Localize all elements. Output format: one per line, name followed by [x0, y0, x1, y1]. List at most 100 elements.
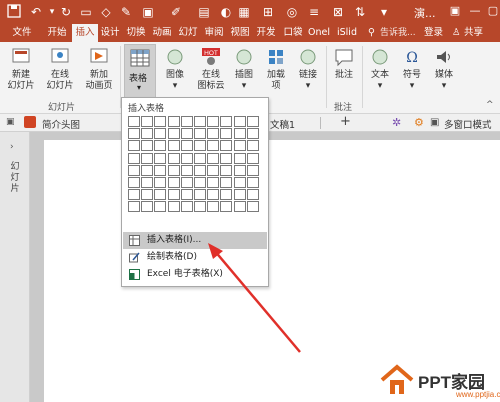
table-grid-cell[interactable] — [167, 189, 180, 201]
presentation-icon[interactable]: ▭ — [78, 4, 94, 20]
table-grid-cell[interactable] — [180, 164, 193, 176]
table-grid-cell[interactable] — [180, 176, 193, 188]
tab-pocket[interactable]: 口袋 — [280, 24, 306, 42]
shape-fill-icon[interactable]: ◎ — [284, 4, 300, 20]
tab-transitions[interactable]: 切换 — [124, 24, 148, 42]
table-grid-cell[interactable] — [193, 189, 206, 201]
add-anim-page-button[interactable]: 新加 动画页 — [80, 46, 118, 92]
table-grid-cell[interactable] — [180, 128, 193, 140]
shape-icon[interactable]: ◇ — [98, 4, 114, 20]
table-grid-cell[interactable] — [193, 128, 206, 140]
online-slide-button[interactable]: 在线 幻灯片 — [42, 46, 78, 92]
table-grid-cell[interactable] — [128, 189, 140, 201]
table-grid-cell[interactable] — [233, 189, 246, 201]
table-grid-cell[interactable] — [233, 116, 246, 127]
table-grid-cell[interactable] — [154, 128, 167, 140]
table-grid-cell[interactable] — [193, 164, 206, 176]
layout-icon[interactable]: ▣ — [140, 4, 156, 20]
table-grid-cell[interactable] — [154, 189, 167, 201]
table-grid-cell[interactable] — [220, 164, 233, 176]
grid-icon[interactable]: ⊠ — [330, 4, 346, 20]
new-tab-icon[interactable]: + — [340, 114, 351, 129]
insert-table-menu-item[interactable]: 插入表格(I)... — [123, 232, 267, 249]
table-grid-cell[interactable] — [233, 140, 246, 152]
table-grid-cell[interactable] — [207, 201, 220, 213]
table-grid-cell[interactable] — [220, 176, 233, 188]
table-grid-cell[interactable] — [207, 176, 220, 188]
draw-table-menu-item[interactable]: 绘制表格(D) — [123, 249, 267, 266]
table-grid-cell[interactable] — [233, 152, 246, 164]
table-grid-cell[interactable] — [141, 201, 154, 213]
save-icon[interactable] — [6, 4, 22, 20]
table-grid-cell[interactable] — [246, 189, 259, 201]
table-grid-cell[interactable] — [180, 152, 193, 164]
tab-onekey[interactable]: Onel — [306, 24, 332, 42]
table-grid-cell[interactable] — [180, 116, 193, 127]
table-grid-cell[interactable] — [180, 140, 193, 152]
table-grid-cell[interactable] — [154, 140, 167, 152]
table-grid-cell[interactable] — [233, 128, 246, 140]
table-grid-cell[interactable] — [246, 128, 259, 140]
table-grid-cell[interactable] — [220, 116, 233, 127]
table-grid-cell[interactable] — [220, 128, 233, 140]
table-grid-cell[interactable] — [128, 116, 140, 127]
table-grid-cell[interactable] — [246, 140, 259, 152]
settings-icon[interactable]: ⚙ — [414, 116, 424, 129]
table-grid-cell[interactable] — [154, 201, 167, 213]
illustrations-button[interactable]: 插图 ▾ — [230, 46, 258, 92]
tab-view[interactable]: 视图 — [228, 24, 252, 42]
table-grid-cell[interactable] — [233, 176, 246, 188]
table-grid-cell[interactable] — [246, 152, 259, 164]
undo-icon[interactable]: ↶ — [28, 4, 44, 20]
comment-button[interactable]: 批注 — [330, 46, 358, 81]
table-grid-cell[interactable] — [193, 201, 206, 213]
tab-file[interactable]: 文件 — [8, 24, 36, 42]
table-grid-cell[interactable] — [128, 152, 140, 164]
table-grid-cell[interactable] — [154, 116, 167, 127]
table-grid-cell[interactable] — [220, 201, 233, 213]
table-grid-cell[interactable] — [141, 128, 154, 140]
table-grid-cell[interactable] — [141, 164, 154, 176]
table-button[interactable]: 表格 ▾ — [124, 44, 156, 98]
restore-icon[interactable]: ▢ — [486, 4, 500, 18]
doc-tab-left[interactable]: 简介头图 — [42, 117, 80, 131]
tab-islide[interactable]: iSlid — [334, 24, 360, 42]
table-grid-cell[interactable] — [193, 152, 206, 164]
table-grid-cell[interactable] — [207, 164, 220, 176]
tab-slideshow[interactable]: 幻灯 — [176, 24, 200, 42]
table-grid-cell[interactable] — [220, 152, 233, 164]
table-grid-cell[interactable] — [128, 201, 140, 213]
table-grid-cell[interactable] — [246, 201, 259, 213]
table-grid-cell[interactable] — [207, 140, 220, 152]
table-grid-cell[interactable] — [128, 140, 140, 152]
tab-animations[interactable]: 动画 — [150, 24, 174, 42]
symbols-button[interactable]: Ω 符号 ▾ — [398, 46, 426, 92]
tell-me-box[interactable]: 告诉我... — [380, 24, 416, 42]
sort-icon[interactable]: ⇅ — [352, 4, 368, 20]
new-slide-button[interactable]: 新建 幻灯片 — [4, 46, 38, 92]
share-icon[interactable]: ♙ — [452, 24, 461, 42]
minimize-icon[interactable]: — — [468, 4, 482, 18]
ribbon-options-icon[interactable]: ▣ — [448, 4, 462, 18]
table-grid-cell[interactable] — [128, 164, 140, 176]
table-grid-cell[interactable] — [141, 116, 154, 127]
text-button[interactable]: 文本 ▾ — [366, 46, 394, 92]
doc-tab-right[interactable]: 文稿1 — [270, 117, 295, 131]
table-grid-cell[interactable] — [180, 201, 193, 213]
image-qat-icon[interactable]: ▦ — [236, 4, 252, 20]
pen-icon[interactable]: ✎ — [118, 4, 134, 20]
table-size-grid[interactable] — [128, 116, 260, 213]
table-grid-cell[interactable] — [154, 164, 167, 176]
table-grid-cell[interactable] — [167, 128, 180, 140]
table-grid-cell[interactable] — [167, 116, 180, 127]
multi-window-button[interactable]: 多窗口模式 — [444, 117, 492, 131]
table-grid-cell[interactable] — [167, 201, 180, 213]
table-grid-cell[interactable] — [141, 189, 154, 201]
table-grid-cell[interactable] — [128, 176, 140, 188]
online-icons-button[interactable]: HOT 在线 图标云 — [194, 46, 228, 92]
table-grid-cell[interactable] — [246, 164, 259, 176]
media-button[interactable]: 媒体 ▾ — [430, 46, 458, 92]
share-button[interactable]: 共享 — [464, 24, 483, 42]
table-grid-cell[interactable] — [207, 189, 220, 201]
collapse-ribbon-icon[interactable]: ^ — [486, 100, 494, 110]
